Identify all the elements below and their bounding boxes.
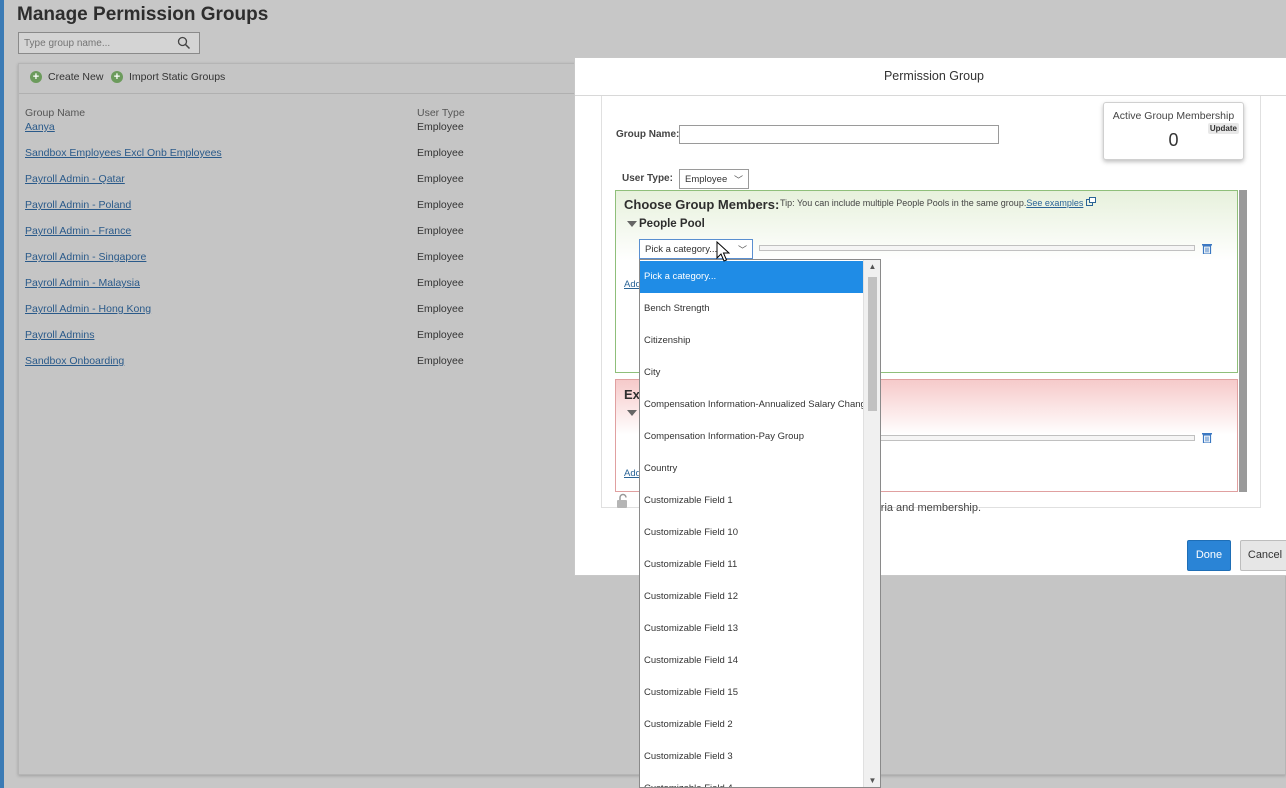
- dropdown-option[interactable]: Customizable Field 14: [640, 645, 864, 677]
- membership-title: Active Group Membership: [1112, 110, 1235, 122]
- group-user-type: Employee: [417, 329, 464, 341]
- mouse-cursor-icon: [716, 241, 730, 262]
- category-dropdown-list[interactable]: Pick a category... Bench Strength Citize…: [639, 259, 881, 788]
- lock-icon[interactable]: [616, 493, 630, 509]
- active-group-membership-card: Active Group Membership 0 Update: [1103, 102, 1244, 160]
- done-button[interactable]: Done: [1187, 540, 1231, 571]
- column-header-user-type[interactable]: User Type: [417, 107, 465, 119]
- collapse-triangle-icon[interactable]: [627, 221, 637, 227]
- group-link[interactable]: Sandbox Onboarding: [25, 355, 124, 367]
- column-header-group-name[interactable]: Group Name: [25, 107, 85, 119]
- dropdown-option[interactable]: Compensation Information-Pay Group: [640, 421, 864, 453]
- dropdown-option[interactable]: Pick a category...: [640, 261, 864, 293]
- import-static-groups-label: Import Static Groups: [129, 71, 226, 83]
- scroll-down-icon[interactable]: ▼: [864, 776, 880, 785]
- exclude-section-title: Ex: [624, 387, 640, 402]
- group-user-type: Employee: [417, 147, 464, 159]
- trash-icon[interactable]: [1202, 243, 1212, 254]
- group-link[interactable]: Payroll Admin - Qatar: [25, 173, 125, 185]
- group-link[interactable]: Payroll Admin - Malaysia: [25, 277, 140, 289]
- cancel-button[interactable]: Cancel: [1240, 540, 1286, 571]
- scrollbar-thumb[interactable]: [868, 277, 877, 411]
- dropdown-option[interactable]: Citizenship: [640, 325, 864, 357]
- page-title: Manage Permission Groups: [17, 4, 269, 25]
- user-type-label: User Type:: [622, 173, 673, 184]
- dropdown-option[interactable]: Customizable Field 1: [640, 485, 864, 517]
- group-link[interactable]: Payroll Admin - France: [25, 225, 131, 237]
- chevron-down-icon: ﹀: [733, 175, 743, 185]
- group-link[interactable]: Payroll Admins: [25, 329, 94, 341]
- dropdown-option[interactable]: Country: [640, 453, 864, 485]
- dropdown-option[interactable]: Customizable Field 2: [640, 709, 864, 741]
- see-examples-link[interactable]: See examples: [1026, 198, 1083, 208]
- chevron-down-icon: ﹀: [737, 245, 747, 255]
- user-type-select[interactable]: Employee ﹀: [679, 169, 749, 189]
- group-user-type: Employee: [417, 303, 464, 315]
- update-button[interactable]: Update: [1207, 123, 1239, 134]
- group-link[interactable]: Payroll Admin - Singapore: [25, 251, 146, 263]
- dropdown-option[interactable]: Customizable Field 3: [640, 741, 864, 773]
- group-search-input[interactable]: [19, 33, 169, 53]
- group-link[interactable]: Payroll Admin - Poland: [25, 199, 131, 211]
- group-search-box[interactable]: [18, 32, 200, 54]
- import-static-groups-button[interactable]: + Import Static Groups: [111, 71, 225, 83]
- group-link[interactable]: Payroll Admin - Hong Kong: [25, 303, 151, 315]
- group-user-type: Employee: [417, 277, 464, 289]
- dropdown-option[interactable]: Customizable Field 11: [640, 549, 864, 581]
- create-new-button[interactable]: + Create New: [30, 71, 103, 83]
- left-accent-stripe: [0, 0, 4, 788]
- search-icon[interactable]: [177, 36, 191, 50]
- group-user-type: Employee: [417, 173, 464, 185]
- group-user-type: Employee: [417, 251, 464, 263]
- dropdown-option[interactable]: City: [640, 357, 864, 389]
- group-user-type: Employee: [417, 121, 464, 133]
- create-new-label: Create New: [48, 71, 104, 83]
- dropdown-option[interactable]: Customizable Field 4: [640, 773, 864, 787]
- tip-message: Tip: You can include multiple People Poo…: [780, 198, 1027, 208]
- choose-group-members-title: Choose Group Members:: [624, 197, 780, 212]
- people-pool-title: People Pool: [639, 218, 705, 230]
- dropdown-option[interactable]: Customizable Field 10: [640, 517, 864, 549]
- dropdown-option[interactable]: Customizable Field 12: [640, 581, 864, 613]
- scroll-up-icon[interactable]: ▲: [864, 262, 880, 271]
- dialog-title: Permission Group: [575, 58, 1286, 96]
- tip-text: Tip: You can include multiple People Poo…: [780, 197, 1096, 208]
- trash-icon[interactable]: [1202, 432, 1212, 443]
- group-link[interactable]: Sandbox Employees Excl Onb Employees: [25, 147, 222, 159]
- category-select-value: Pick a category...: [645, 244, 718, 255]
- criteria-value-field[interactable]: [759, 245, 1195, 251]
- group-name-field[interactable]: [679, 125, 999, 144]
- dropdown-option[interactable]: Compensation Information-Annualized Sala…: [640, 389, 876, 421]
- dropdown-scrollbar[interactable]: ▲ ▼: [863, 260, 880, 787]
- dropdown-option[interactable]: Customizable Field 13: [640, 613, 864, 645]
- dropdown-option[interactable]: Customizable Field 15: [640, 677, 864, 709]
- collapse-triangle-icon[interactable]: [627, 410, 637, 416]
- group-name-label: Group Name:: [616, 129, 680, 140]
- user-type-value: Employee: [685, 174, 728, 185]
- plus-circle-icon: +: [30, 71, 42, 83]
- group-user-type: Employee: [417, 199, 464, 211]
- external-link-icon: [1085, 197, 1096, 206]
- category-select[interactable]: Pick a category... ﹀: [639, 239, 753, 259]
- group-user-type: Employee: [417, 225, 464, 237]
- plus-circle-icon: +: [111, 71, 123, 83]
- dialog-scrollbar[interactable]: [1239, 190, 1247, 492]
- dropdown-option[interactable]: Bench Strength: [640, 293, 864, 325]
- group-link[interactable]: Aanya: [25, 121, 55, 133]
- group-user-type: Employee: [417, 355, 464, 367]
